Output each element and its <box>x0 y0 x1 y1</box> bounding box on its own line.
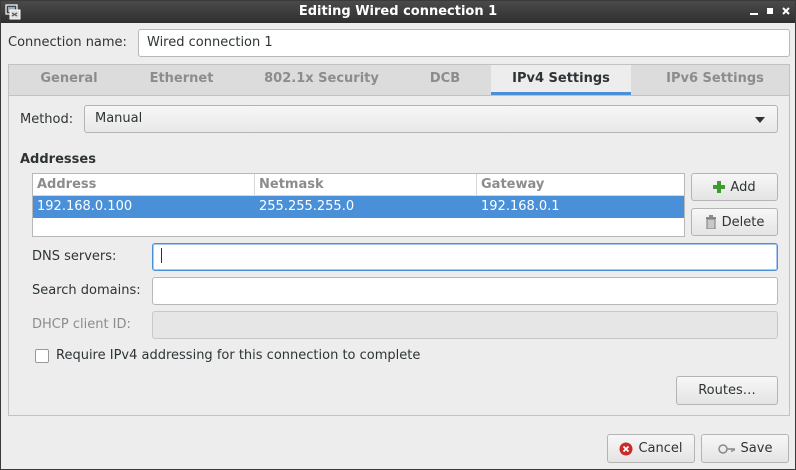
delete-button-label: Delete <box>721 214 765 230</box>
require-ipv4-checkbox[interactable] <box>35 349 49 363</box>
connection-name-label: Connection name: <box>8 35 127 50</box>
key-icon <box>717 443 735 454</box>
column-header-gateway[interactable]: Gateway <box>477 174 684 196</box>
dialog-window: Editing Wired connection 1 Connection na… <box>0 0 796 470</box>
trash-icon <box>705 215 716 229</box>
tab-ipv6-settings[interactable]: IPv6 Settings <box>641 65 789 95</box>
table-header: Address Netmask Gateway <box>33 174 684 196</box>
dhcp-client-id-input <box>152 311 778 339</box>
search-domains-label: Search domains: <box>32 283 141 298</box>
add-button-label: Add <box>730 179 756 195</box>
require-ipv4-label[interactable]: Require IPv4 addressing for this connect… <box>56 348 420 363</box>
method-label: Method: <box>20 112 74 127</box>
column-header-netmask[interactable]: Netmask <box>255 174 477 196</box>
delete-address-button[interactable]: Delete <box>691 208 778 236</box>
cell-gateway[interactable]: 192.168.0.1 <box>477 196 560 218</box>
table-row[interactable]: 192.168.0.100 255.255.255.0 192.168.0.1 <box>33 196 684 218</box>
tab-8021x-security[interactable]: 802.1x Security <box>234 65 409 95</box>
maximize-icon[interactable] <box>762 3 778 19</box>
add-address-button[interactable]: Add <box>691 173 778 201</box>
close-icon[interactable] <box>778 3 794 19</box>
addresses-heading: Addresses <box>20 152 96 167</box>
cell-netmask[interactable]: 255.255.255.0 <box>255 196 354 218</box>
routes-button-label: Routes… <box>698 383 756 398</box>
minimize-icon[interactable] <box>746 3 762 19</box>
tab-ethernet[interactable]: Ethernet <box>129 65 234 95</box>
save-button-label: Save <box>740 441 773 456</box>
save-button[interactable]: Save <box>701 434 789 463</box>
tab-ipv4-settings[interactable]: IPv4 Settings <box>491 65 631 95</box>
connection-name-input[interactable]: Wired connection 1 <box>138 29 790 57</box>
chevron-down-icon <box>755 117 765 123</box>
method-value: Manual <box>95 111 143 126</box>
window-title: Editing Wired connection 1 <box>298 4 498 19</box>
plus-icon <box>713 181 726 193</box>
titlebar[interactable]: Editing Wired connection 1 <box>1 1 795 23</box>
tab-bar: General Ethernet 802.1x Security DCB IPv… <box>8 64 790 95</box>
search-domains-input[interactable] <box>152 277 778 305</box>
method-select[interactable]: Manual <box>84 105 778 133</box>
tab-general[interactable]: General <box>9 65 129 95</box>
cell-address[interactable]: 192.168.0.100 <box>33 196 132 218</box>
addresses-table[interactable]: Address Netmask Gateway 192.168.0.100 25… <box>32 173 685 237</box>
routes-button[interactable]: Routes… <box>676 376 778 405</box>
cancel-button[interactable]: Cancel <box>607 434 695 463</box>
cancel-button-label: Cancel <box>638 441 683 456</box>
cancel-icon <box>619 442 633 455</box>
column-header-address[interactable]: Address <box>33 174 255 196</box>
text-caret <box>161 248 162 263</box>
dns-servers-input[interactable] <box>152 243 778 271</box>
dns-servers-label: DNS servers: <box>32 249 117 264</box>
dhcp-client-id-label: DHCP client ID: <box>32 317 131 332</box>
connection-name-value: Wired connection 1 <box>147 35 273 50</box>
tab-dcb[interactable]: DCB <box>409 65 481 95</box>
